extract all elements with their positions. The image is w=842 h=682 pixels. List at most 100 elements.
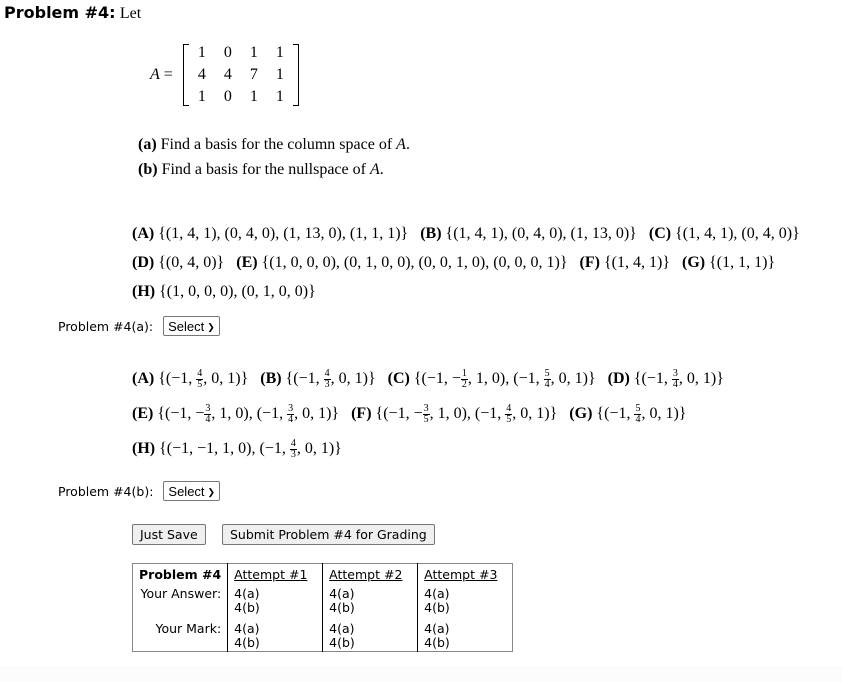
part-a-choice-h: (H) {(1, 0, 0, 0), (0, 1, 0, 0)}: [132, 283, 316, 300]
choice-label: (E): [132, 404, 158, 422]
matrix-entry: 4: [197, 66, 206, 83]
your-mark-label: Your Mark:: [132, 621, 229, 652]
choice-text: , 1, 0), (−1,: [211, 404, 288, 422]
part-a-prompt: Problem #4(a):: [58, 318, 154, 334]
choice-text: , 0, 1)}: [641, 404, 687, 422]
attempt-2-header[interactable]: Attempt #2: [322, 563, 419, 586]
choice-label: (F): [351, 404, 376, 422]
chevron-down-icon: ❯: [207, 321, 215, 332]
part-b-choice-a: (A) {(−1, 45, 0, 1)}: [132, 369, 249, 390]
choice-text: {(−1, −: [375, 404, 423, 422]
problem-title: Problem #4: Let: [4, 3, 141, 23]
problem-heading: Problem #4:: [4, 3, 116, 22]
problem-page: Problem #4: Let A = 101144711011 (a) Fin…: [0, 0, 842, 666]
part-b-choice-g: (G) {(−1, 54, 0, 1)}: [569, 404, 687, 425]
part-a-answer-row: Problem #4(a): Select ❯: [58, 316, 220, 336]
part-a-choices-line-1: (A) {(1, 4, 1), (0, 4, 0), (1, 13, 0), (…: [132, 226, 812, 242]
choice-text: , 1, 0), (−1,: [429, 404, 506, 422]
choice-label: (B): [420, 225, 446, 242]
attempts-corner: Problem #4: [132, 563, 229, 586]
part-b-select[interactable]: Select ❯: [163, 481, 221, 501]
attempts-table: Problem #4 Attempt #1 Attempt #2 Attempt…: [132, 563, 514, 652]
choice-value: {(1, 1, 1)}: [709, 254, 776, 271]
choice-label: (D): [607, 369, 634, 387]
matrix-row: 1011: [189, 86, 293, 108]
attempts-header-row: Problem #4 Attempt #1 Attempt #2 Attempt…: [132, 563, 513, 587]
part-a-select-value: Select: [168, 318, 205, 334]
part-a-choice-e: (E) {(1, 0, 0, 0), (0, 1, 0, 0), (0, 0, …: [236, 254, 567, 271]
matrix-a: 101144711011: [182, 42, 299, 108]
attempt-2-mark: 4(a) 4(b): [322, 621, 419, 652]
attempt-3-mark: 4(a) 4(b): [418, 621, 513, 652]
matrix-row: 1011: [189, 42, 293, 64]
mark-b: 4(b): [234, 635, 260, 650]
part-b-choice-h: (H) {(−1, −1, 1, 0), (−1, 43, 0, 1)}: [132, 439, 342, 460]
part-a-choice-g: (G) {(1, 1, 1)}: [682, 254, 775, 271]
chevron-down-icon: ❯: [207, 486, 216, 497]
choice-label: (C): [648, 225, 676, 242]
denominator: 4: [544, 379, 550, 390]
part-a-choice-c: (C) {(1, 4, 1), (0, 4, 0)}: [649, 225, 800, 242]
choice-text: , 0, 1)}: [678, 369, 724, 387]
question-a-var: A: [396, 136, 406, 153]
choice-text: {(−1, −: [413, 369, 461, 387]
matrix-entry: 7: [249, 66, 258, 83]
submit-for-grading-button[interactable]: Submit Problem #4 for Grading: [222, 524, 435, 545]
matrix-entry: 4: [223, 66, 232, 83]
choice-text: {(−1, −1, 1, 0), (−1,: [159, 439, 290, 457]
fraction: 12: [460, 369, 468, 390]
denominator: 3: [290, 449, 296, 460]
mark-a: 4(a): [424, 621, 450, 636]
choice-label: (G): [682, 254, 710, 271]
choice-value: {(1, 4, 1), (0, 4, 0)}: [675, 225, 800, 242]
equals-sign: =: [163, 66, 173, 83]
part-b-choices-line-3: (H) {(−1, −1, 1, 0), (−1, 43, 0, 1)}: [132, 439, 354, 460]
choice-text: , 0, 1)}: [512, 404, 558, 422]
part-a-choice-d: (D) {(0, 4, 0)}: [132, 254, 224, 271]
question-a-end: .: [405, 136, 410, 153]
choice-value: {(1, 4, 1)}: [603, 254, 670, 271]
part-b-answer-row: Problem #4(b): Select ❯: [58, 481, 221, 501]
your-answer-row: Your Answer: 4(a) 4(b) 4(a) 4(b) 4(a) 4(b): [132, 586, 513, 621]
part-a-choice-f: (F) {(1, 4, 1)}: [580, 254, 670, 271]
question-b: (b) Find a basis for the nullspace of A.: [138, 161, 384, 179]
part-b-select-value: Select: [168, 483, 205, 499]
question-b-text: Find a basis for the nullspace of: [161, 161, 370, 178]
matrix-entry: 1: [197, 88, 206, 105]
choice-label: (G): [569, 404, 597, 422]
mark-a: 4(a): [234, 621, 260, 636]
matrix-entry: 1: [249, 88, 258, 105]
part-a-select[interactable]: Select ❯: [163, 316, 220, 336]
choice-value: {(1, 0, 0, 0), (0, 1, 0, 0)}: [159, 283, 316, 300]
choice-label: (E): [236, 254, 262, 271]
fraction: 54: [543, 369, 551, 390]
attempt-1-header[interactable]: Attempt #1: [227, 563, 324, 586]
fraction: 34: [671, 369, 679, 390]
choice-text: , 0, 1)}: [330, 369, 376, 387]
fraction: 35: [422, 404, 430, 425]
choice-text: {(−1,: [158, 369, 197, 387]
problem-intro: Let: [119, 5, 142, 22]
answer-a: 4(a): [234, 586, 260, 601]
choice-label: (H): [132, 439, 160, 457]
part-a-choices-line-2: (D) {(0, 4, 0)} (E) {(1, 0, 0, 0), (0, 1,…: [132, 255, 787, 271]
matrix-entry: 0: [223, 44, 232, 61]
matrix-entry: 1: [275, 44, 284, 61]
choice-text: , 0, 1)}: [203, 369, 249, 387]
part-b-choice-f: (F) {(−1, −3 5, 1, 0), (−1, 45, 0, 1)}: [351, 404, 558, 425]
mark-b: 4(b): [424, 635, 450, 650]
matrix-name: A: [150, 66, 160, 83]
matrix-table: 101144711011: [189, 42, 293, 108]
attempt-1-answer: 4(a) 4(b): [227, 586, 324, 621]
attempt-3-header[interactable]: Attempt #3: [418, 564, 513, 587]
just-save-button[interactable]: Just Save: [132, 524, 206, 545]
part-b-choice-b: (B) {(−1, 43, 0, 1)}: [260, 369, 376, 390]
denominator: 3: [324, 379, 330, 390]
matrix-entry: 1: [249, 44, 258, 61]
answer-a: 4(a): [329, 586, 355, 601]
choice-text: {(−1,: [285, 369, 324, 387]
answer-a: 4(a): [424, 586, 450, 601]
choice-value: {(1, 4, 1), (0, 4, 0), (1, 13, 0)}: [445, 225, 637, 242]
part-a-choice-b: (B) {(1, 4, 1), (0, 4, 0), (1, 13, 0)}: [420, 225, 637, 242]
matrix-entry: 0: [223, 88, 232, 105]
